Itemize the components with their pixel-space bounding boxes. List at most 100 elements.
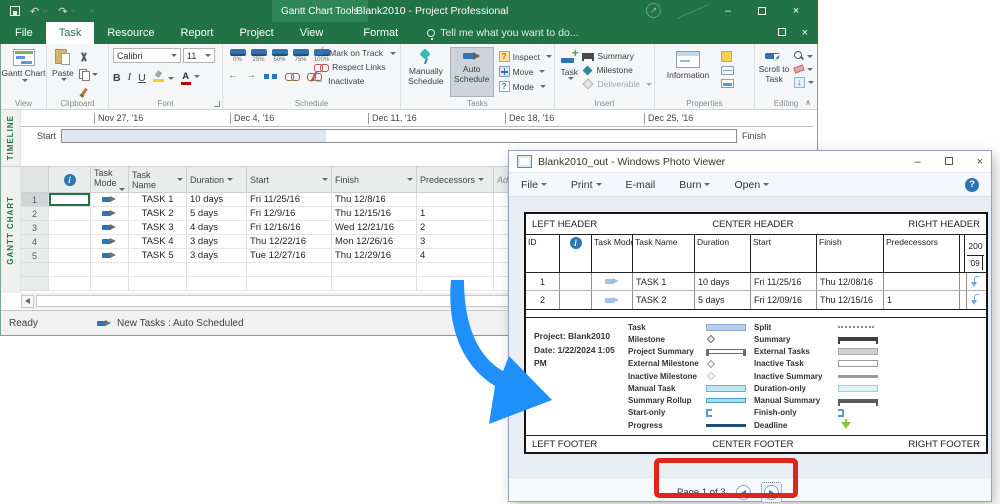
row-number[interactable]: 3 — [21, 221, 49, 235]
tab-task[interactable]: Task — [46, 22, 95, 44]
task-name-cell[interactable]: TASK 2 — [129, 207, 187, 221]
row-number[interactable]: 5 — [21, 249, 49, 263]
percent-complete-75-button[interactable]: 75% — [291, 48, 310, 63]
insert-task-button[interactable]: Task — [560, 47, 578, 97]
header-start[interactable]: Start — [247, 167, 332, 192]
doc-restore-button[interactable] — [778, 27, 786, 39]
duration-cell[interactable]: 3 days — [187, 235, 247, 249]
tell-me-box[interactable]: Tell me what you want to do... — [427, 22, 578, 44]
add-to-timeline-icon[interactable] — [721, 79, 734, 88]
menu-print[interactable]: Print — [571, 179, 602, 191]
outdent-task-icon[interactable]: ← — [228, 71, 238, 81]
info-cell[interactable] — [49, 207, 91, 221]
help-icon[interactable]: ? — [965, 178, 979, 192]
cut-icon[interactable] — [79, 52, 89, 62]
menu-open[interactable]: Open — [734, 179, 769, 191]
viewer-minimize-button[interactable]: – — [914, 156, 920, 168]
link-tasks-icon[interactable] — [285, 72, 299, 81]
customize-qat-icon[interactable] — [86, 5, 95, 17]
duration-cell[interactable]: 5 days — [187, 207, 247, 221]
undo-icon[interactable]: ↶ — [30, 5, 48, 18]
start-cell[interactable]: Tue 12/27/16 — [247, 249, 332, 263]
font-size-select[interactable]: 11 — [183, 48, 215, 63]
respect-links-button[interactable]: Respect Links — [314, 62, 396, 72]
finish-cell[interactable]: Mon 12/26/16 — [332, 235, 417, 249]
finish-cell[interactable]: Wed 12/21/16 — [332, 221, 417, 235]
percent-complete-50-button[interactable]: 50% — [270, 48, 289, 63]
scroll-to-task-button[interactable]: Scroll to Task — [758, 47, 790, 97]
tab-resource[interactable]: Resource — [94, 22, 167, 44]
tab-project[interactable]: Project — [226, 22, 286, 44]
insert-summary-button[interactable]: Summary — [582, 51, 652, 61]
row-number[interactable]: 1 — [21, 193, 49, 207]
start-cell[interactable]: Fri 11/25/16 — [247, 193, 332, 207]
timeline-bar[interactable] — [61, 129, 737, 143]
close-button[interactable]: × — [782, 0, 810, 22]
inspect-button[interactable]: Inspect — [499, 51, 552, 62]
task-name-cell[interactable]: TASK 3 — [129, 221, 187, 235]
task-mode-cell[interactable] — [91, 221, 129, 235]
header-predecessors[interactable]: Predecessors — [417, 167, 494, 192]
row-number[interactable]: 4 — [21, 235, 49, 249]
tab-view[interactable]: View — [287, 22, 337, 44]
auto-schedule-button[interactable]: Auto Schedule — [450, 47, 494, 97]
gantt-chart-gutter[interactable]: GANTT CHART — [1, 167, 21, 293]
info-cell[interactable] — [49, 221, 91, 235]
finish-cell[interactable]: Thu 12/29/16 — [332, 249, 417, 263]
insert-milestone-button[interactable]: Milestone — [582, 65, 652, 75]
menu-email[interactable]: E-mail — [626, 179, 656, 191]
indent-task-icon[interactable]: → — [246, 71, 256, 81]
duration-cell[interactable]: 4 days — [187, 221, 247, 235]
viewer-maximize-button[interactable] — [945, 156, 953, 168]
underline-button[interactable]: U — [138, 72, 146, 84]
save-icon[interactable] — [10, 6, 20, 16]
header-duration[interactable]: Duration — [187, 167, 247, 192]
predecessors-cell[interactable]: 3 — [417, 235, 494, 249]
duration-cell[interactable]: 3 days — [187, 249, 247, 263]
header-finish[interactable]: Finish — [332, 167, 417, 192]
percent-complete-25-button[interactable]: 25% — [249, 48, 268, 63]
new-tasks-mode[interactable]: New Tasks : Auto Scheduled — [97, 318, 244, 329]
gantt-chart-button[interactable]: Gantt Chart — [1, 44, 46, 82]
predecessors-cell[interactable] — [417, 193, 494, 207]
info-cell[interactable] — [49, 249, 91, 263]
notes-icon[interactable] — [721, 51, 732, 62]
header-task-mode[interactable]: Task Mode — [91, 167, 129, 192]
finish-cell[interactable]: Thu 12/15/16 — [332, 207, 417, 221]
highlight-color-button[interactable] — [153, 71, 174, 85]
italic-button[interactable]: I — [128, 72, 132, 83]
doc-close-button[interactable]: × — [802, 27, 808, 39]
collapse-ribbon-icon[interactable]: ∧ — [805, 98, 811, 107]
clear-button[interactable] — [794, 66, 813, 72]
tab-format[interactable]: Format — [350, 22, 411, 44]
font-name-select[interactable]: Calibri — [113, 48, 181, 63]
insert-deliverable-button[interactable]: Deliverable — [582, 79, 652, 89]
info-cell-selected[interactable] — [49, 193, 91, 207]
timeline-gutter[interactable]: TIMELINE — [1, 110, 21, 166]
finish-cell[interactable]: Thu 12/8/16 — [332, 193, 417, 207]
redo-icon[interactable]: ↷ — [58, 5, 76, 18]
percent-complete-0-button[interactable]: 0% — [228, 48, 247, 63]
menu-burn[interactable]: Burn — [679, 179, 710, 191]
info-cell[interactable] — [49, 235, 91, 249]
start-cell[interactable]: Fri 12/16/16 — [247, 221, 332, 235]
inactivate-button[interactable]: ⇔Inactivate — [314, 76, 396, 86]
row-number[interactable]: 2 — [21, 207, 49, 221]
scroll-left-button[interactable] — [21, 295, 34, 308]
menu-file[interactable]: File — [521, 179, 547, 191]
header-task-name[interactable]: Task Name — [129, 167, 187, 192]
copy-button[interactable] — [79, 66, 98, 84]
predecessors-cell[interactable]: 4 — [417, 249, 494, 263]
duration-cell[interactable]: 10 days — [187, 193, 247, 207]
bold-button[interactable]: B — [113, 72, 121, 84]
task-mode-cell[interactable] — [91, 207, 129, 221]
mode-button[interactable]: Mode — [499, 81, 552, 92]
format-painter-icon[interactable] — [79, 88, 89, 98]
split-task-icon[interactable] — [264, 73, 277, 80]
manually-schedule-button[interactable]: Manually Schedule — [404, 47, 448, 97]
viewer-close-button[interactable]: × — [977, 156, 983, 168]
predecessors-cell[interactable]: 1 — [417, 207, 494, 221]
header-info[interactable]: i — [49, 167, 91, 192]
task-name-cell[interactable]: TASK 1 — [129, 193, 187, 207]
minimize-button[interactable]: – — [714, 0, 742, 22]
